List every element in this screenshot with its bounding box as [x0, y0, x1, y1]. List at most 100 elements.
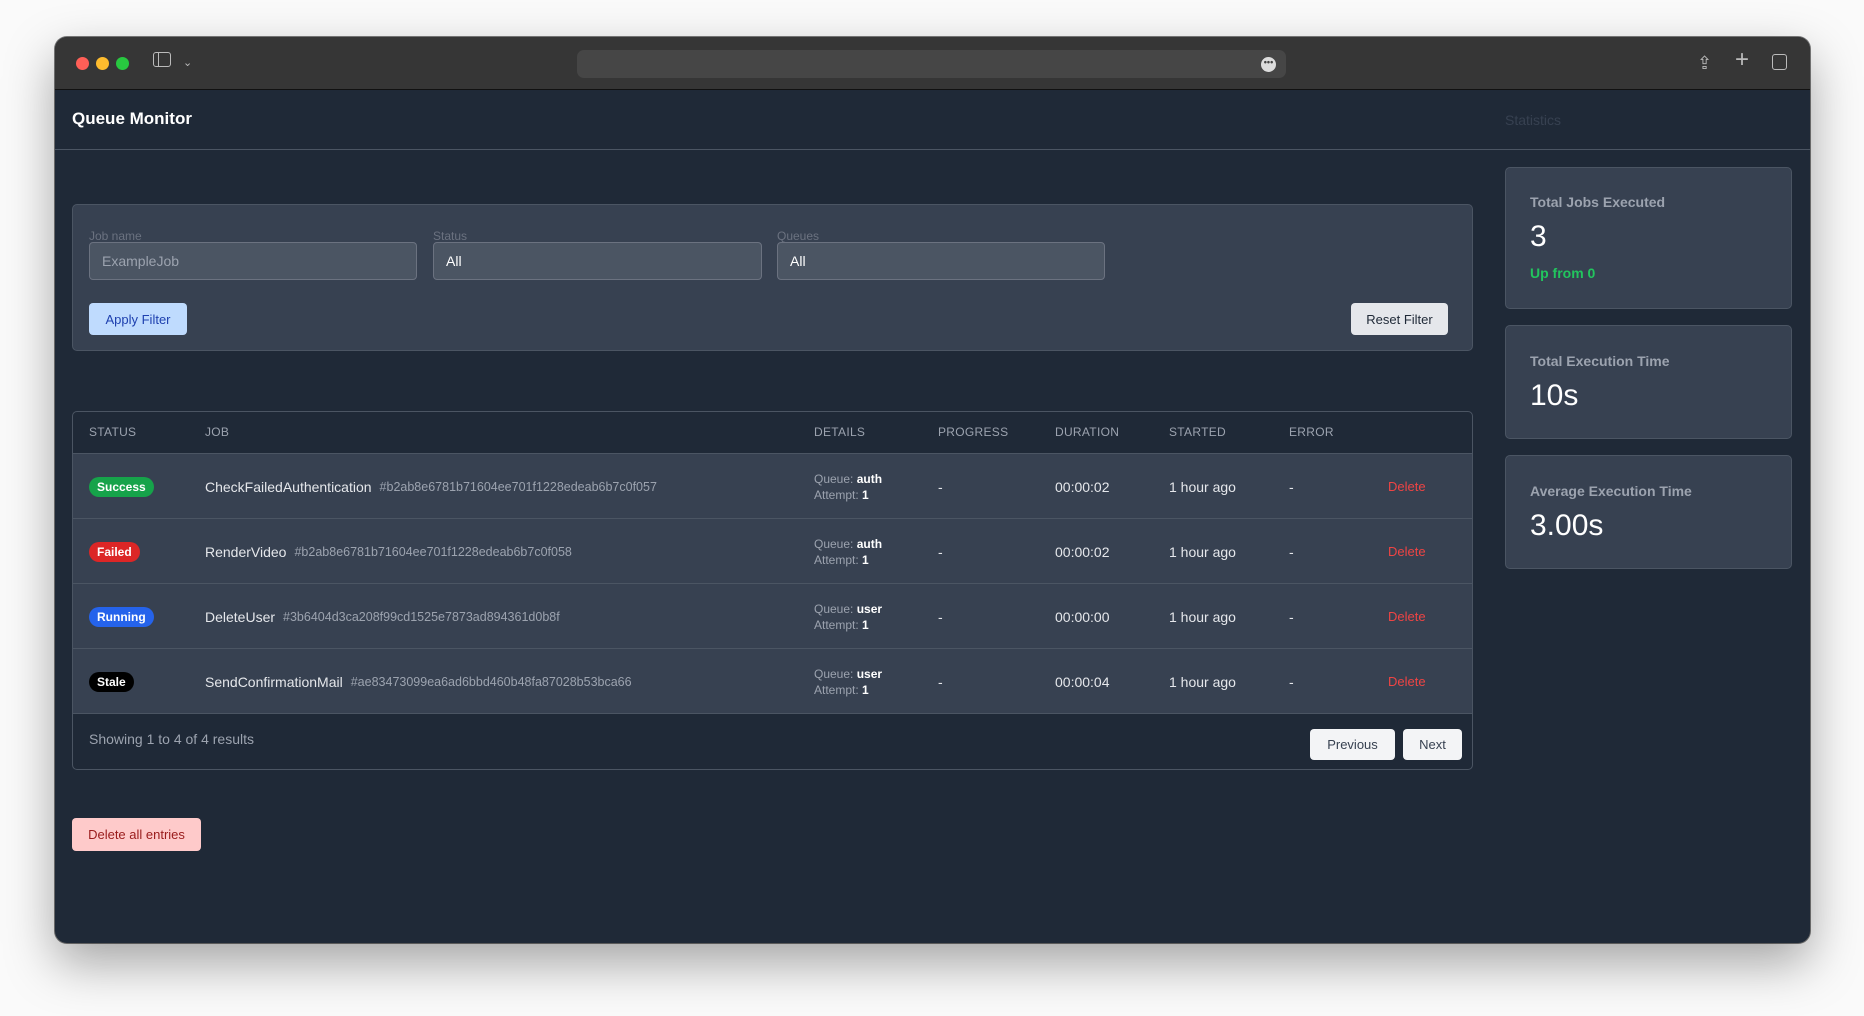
table-row: Failed RenderVideo #b2ab8e6781b71604ee701…	[73, 518, 1472, 583]
zoom-window-button[interactable]	[116, 57, 129, 70]
minimize-window-button[interactable]	[96, 57, 109, 70]
column-header-duration: DURATION	[1055, 425, 1120, 439]
stat-value: 3	[1530, 220, 1547, 253]
delete-job-button[interactable]: Delete	[1388, 544, 1426, 559]
page-title: Queue Monitor	[72, 109, 192, 128]
job-name: RenderVideo	[205, 543, 287, 560]
queue-label: Queue:	[814, 536, 854, 551]
job-name: CheckFailedAuthentication	[205, 478, 372, 495]
next-page-button[interactable]: Next	[1403, 729, 1462, 760]
table-row: Stale SendConfirmationMail #ae83473099ea6…	[73, 648, 1472, 713]
queues-label: Queues	[777, 229, 820, 243]
queues-select[interactable]: All	[777, 242, 1105, 280]
progress: -	[938, 673, 943, 690]
started: 1 hour ago	[1169, 673, 1236, 690]
column-header-job: JOB	[205, 425, 230, 439]
table-row: Running DeleteUser #3b6404d3ca208f99cd152…	[73, 583, 1472, 648]
delete-job-button[interactable]: Delete	[1388, 609, 1426, 624]
duration: 00:00:02	[1055, 543, 1110, 560]
table-footer: Showing 1 to 4 of 4 results Previous Nex…	[73, 713, 1472, 769]
plus-icon[interactable]: +	[1735, 48, 1749, 72]
results-summary: Showing 1 to 4 of 4 results	[89, 731, 254, 747]
attempt-label: Attempt:	[814, 487, 859, 502]
table-row: Success CheckFailedAuthentication #b2ab8e…	[73, 453, 1472, 518]
more-icon[interactable]: •••	[1261, 57, 1276, 72]
job-hash: #b2ab8e6781b71604ee701f1228edeab6b7c0f05…	[294, 544, 572, 559]
delete-job-button[interactable]: Delete	[1388, 479, 1426, 494]
apply-filter-button[interactable]: Apply Filter	[89, 303, 187, 335]
status-select[interactable]: All	[433, 242, 762, 280]
job-hash: #ae83473099ea6ad6bbd460b48fa87028b53bca6…	[350, 674, 632, 689]
job-hash: #3b6404d3ca208f99cd1525e7873ad894361d0b8…	[283, 609, 560, 624]
stat-card-average-execution-time: Average Execution Time 3.00s	[1505, 455, 1792, 569]
progress: -	[938, 543, 943, 560]
status-badge: Running	[89, 606, 154, 627]
filter-panel: Job name ExampleJob Status All Queues Al…	[72, 204, 1473, 351]
started: 1 hour ago	[1169, 478, 1236, 495]
started: 1 hour ago	[1169, 608, 1236, 625]
job-name-input[interactable]: ExampleJob	[89, 242, 417, 280]
error: -	[1289, 673, 1294, 690]
stat-title: Total Execution Time	[1530, 353, 1670, 369]
delete-job-button[interactable]: Delete	[1388, 674, 1426, 689]
previous-page-button[interactable]: Previous	[1310, 729, 1395, 760]
error: -	[1289, 478, 1294, 495]
app-header: Queue Monitor Statistics	[55, 90, 1810, 150]
job-name-label: Job name	[89, 229, 142, 243]
job-hash: #b2ab8e6781b71604ee701f1228edeab6b7c0f05…	[379, 479, 657, 494]
column-header-status: STATUS	[89, 425, 137, 439]
column-header-error: ERROR	[1289, 425, 1334, 439]
error: -	[1289, 608, 1294, 625]
duration: 00:00:00	[1055, 608, 1110, 625]
browser-window: ⌄ ••• ⇪ + Queue Monitor Statistics Job n…	[55, 37, 1810, 943]
attempt-label: Attempt:	[814, 552, 859, 567]
started: 1 hour ago	[1169, 543, 1236, 560]
job-details: Queue: auth Attempt: 1	[814, 454, 882, 519]
chevron-down-icon[interactable]: ⌄	[183, 51, 192, 75]
sidebar-icon[interactable]	[153, 52, 171, 67]
tabs-icon[interactable]	[1772, 54, 1787, 70]
queue-value: user	[856, 666, 883, 681]
delete-all-entries-button[interactable]: Delete all entries	[72, 818, 201, 851]
job-details: Queue: user Attempt: 1	[814, 649, 882, 714]
duration: 00:00:02	[1055, 478, 1110, 495]
job-name: SendConfirmationMail	[205, 673, 343, 690]
stat-card-total-execution-time: Total Execution Time 10s	[1505, 325, 1792, 439]
statistics-heading: Statistics	[1505, 112, 1562, 128]
reset-filter-button[interactable]: Reset Filter	[1351, 303, 1448, 335]
attempt-label: Attempt:	[814, 682, 859, 697]
stat-value: 3.00s	[1530, 509, 1604, 542]
progress: -	[938, 608, 943, 625]
address-bar[interactable]: •••	[577, 50, 1286, 78]
status-badge: Failed	[89, 541, 140, 562]
stat-value: 10s	[1530, 379, 1579, 412]
job-details: Queue: user Attempt: 1	[814, 584, 882, 649]
job-name: DeleteUser	[205, 608, 276, 625]
progress: -	[938, 478, 943, 495]
column-header-started: STARTED	[1169, 425, 1226, 439]
attempt-label: Attempt:	[814, 617, 859, 632]
attempt-value: 1	[862, 552, 869, 567]
stat-title: Total Jobs Executed	[1530, 194, 1666, 210]
attempt-value: 1	[862, 617, 869, 632]
close-window-button[interactable]	[76, 57, 89, 70]
column-header-progress: PROGRESS	[938, 425, 1009, 439]
queue-label: Queue:	[814, 471, 854, 486]
queue-value: auth	[856, 536, 883, 551]
queue-value: auth	[856, 471, 883, 486]
error: -	[1289, 543, 1294, 560]
status-badge: Stale	[89, 671, 134, 692]
attempt-value: 1	[862, 682, 869, 697]
queue-label: Queue:	[814, 601, 854, 616]
queue-label: Queue:	[814, 666, 854, 681]
jobs-table: STATUS JOB DETAILS PROGRESS DURATION STA…	[72, 411, 1473, 770]
job-details: Queue: auth Attempt: 1	[814, 519, 882, 584]
status-label: Status	[433, 229, 468, 243]
column-header-details: DETAILS	[814, 425, 866, 439]
share-icon[interactable]: ⇪	[1697, 51, 1712, 75]
browser-titlebar: ⌄ ••• ⇪ +	[55, 37, 1810, 90]
stat-title: Average Execution Time	[1530, 483, 1692, 499]
attempt-value: 1	[862, 487, 869, 502]
queue-value: user	[856, 601, 883, 616]
duration: 00:00:04	[1055, 673, 1110, 690]
